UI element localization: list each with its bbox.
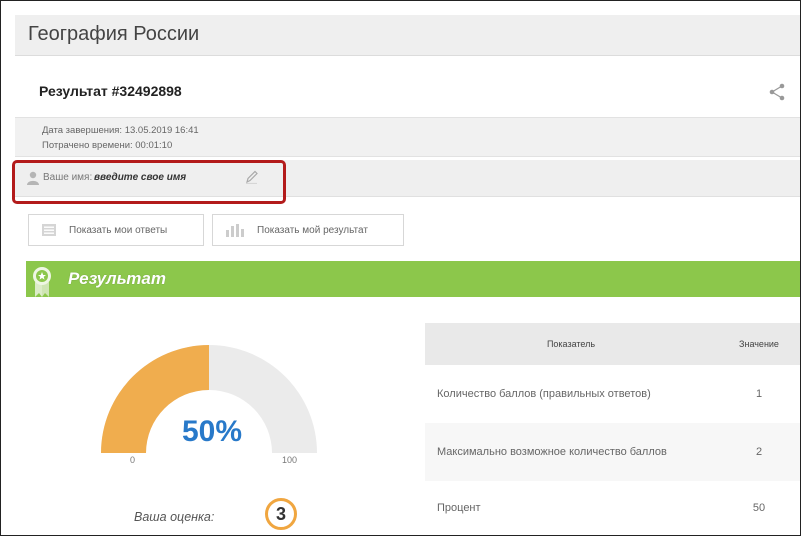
results-table: Показатель Значение Количество баллов (п… (425, 323, 800, 535)
row-value: 50 (717, 481, 800, 535)
show-answers-button[interactable]: Показать мои ответы (28, 214, 204, 246)
page-frame: География России Результат #32492898 Дат… (0, 0, 801, 536)
row-label: Максимально возможное количество баллов (425, 423, 717, 481)
row-value: 1 (717, 365, 800, 423)
result-section-header: Результат (26, 261, 800, 297)
gauge-percent: 50% (182, 415, 243, 448)
table-row: Максимально возможное количество баллов … (425, 423, 800, 481)
row-label: Количество баллов (правильных ответов) (425, 365, 717, 423)
table-header-row: Показатель Значение (425, 323, 800, 365)
app-header: География России (15, 15, 800, 56)
grade-label: Ваша оценка: (134, 510, 215, 524)
show-result-button[interactable]: Показать мой результат (212, 214, 404, 246)
finished-date: Дата завершения: 13.05.2019 16:41 (42, 125, 199, 136)
table-header-value: Значение (717, 323, 800, 365)
award-badge-icon (33, 267, 51, 297)
grade-value: 3 (265, 498, 297, 530)
gauge-max-label: 100 (282, 455, 298, 465)
show-result-label: Показать мой результат (257, 225, 368, 236)
list-icon (42, 224, 56, 236)
name-highlight-box (12, 160, 286, 204)
bar-chart-icon (226, 224, 244, 237)
gauge-min-label: 0 (130, 455, 136, 465)
result-title: Результат #32492898 (39, 83, 182, 99)
row-value: 2 (717, 423, 800, 481)
row-label: Процент (425, 481, 717, 535)
result-meta: Дата завершения: 13.05.2019 16:41 Потрач… (15, 117, 800, 157)
table-row: Процент 50 (425, 481, 800, 535)
result-section-title: Результат (68, 269, 166, 288)
table-row: Количество баллов (правильных ответов) 1 (425, 365, 800, 423)
time-spent: Потрачено времени: 00:01:10 (42, 140, 173, 151)
show-answers-label: Показать мои ответы (69, 225, 168, 236)
share-icon[interactable] (767, 82, 787, 102)
app-title: География России (28, 23, 200, 45)
table-header-indicator: Показатель (425, 323, 717, 365)
result-header: Результат #32492898 (15, 56, 800, 116)
